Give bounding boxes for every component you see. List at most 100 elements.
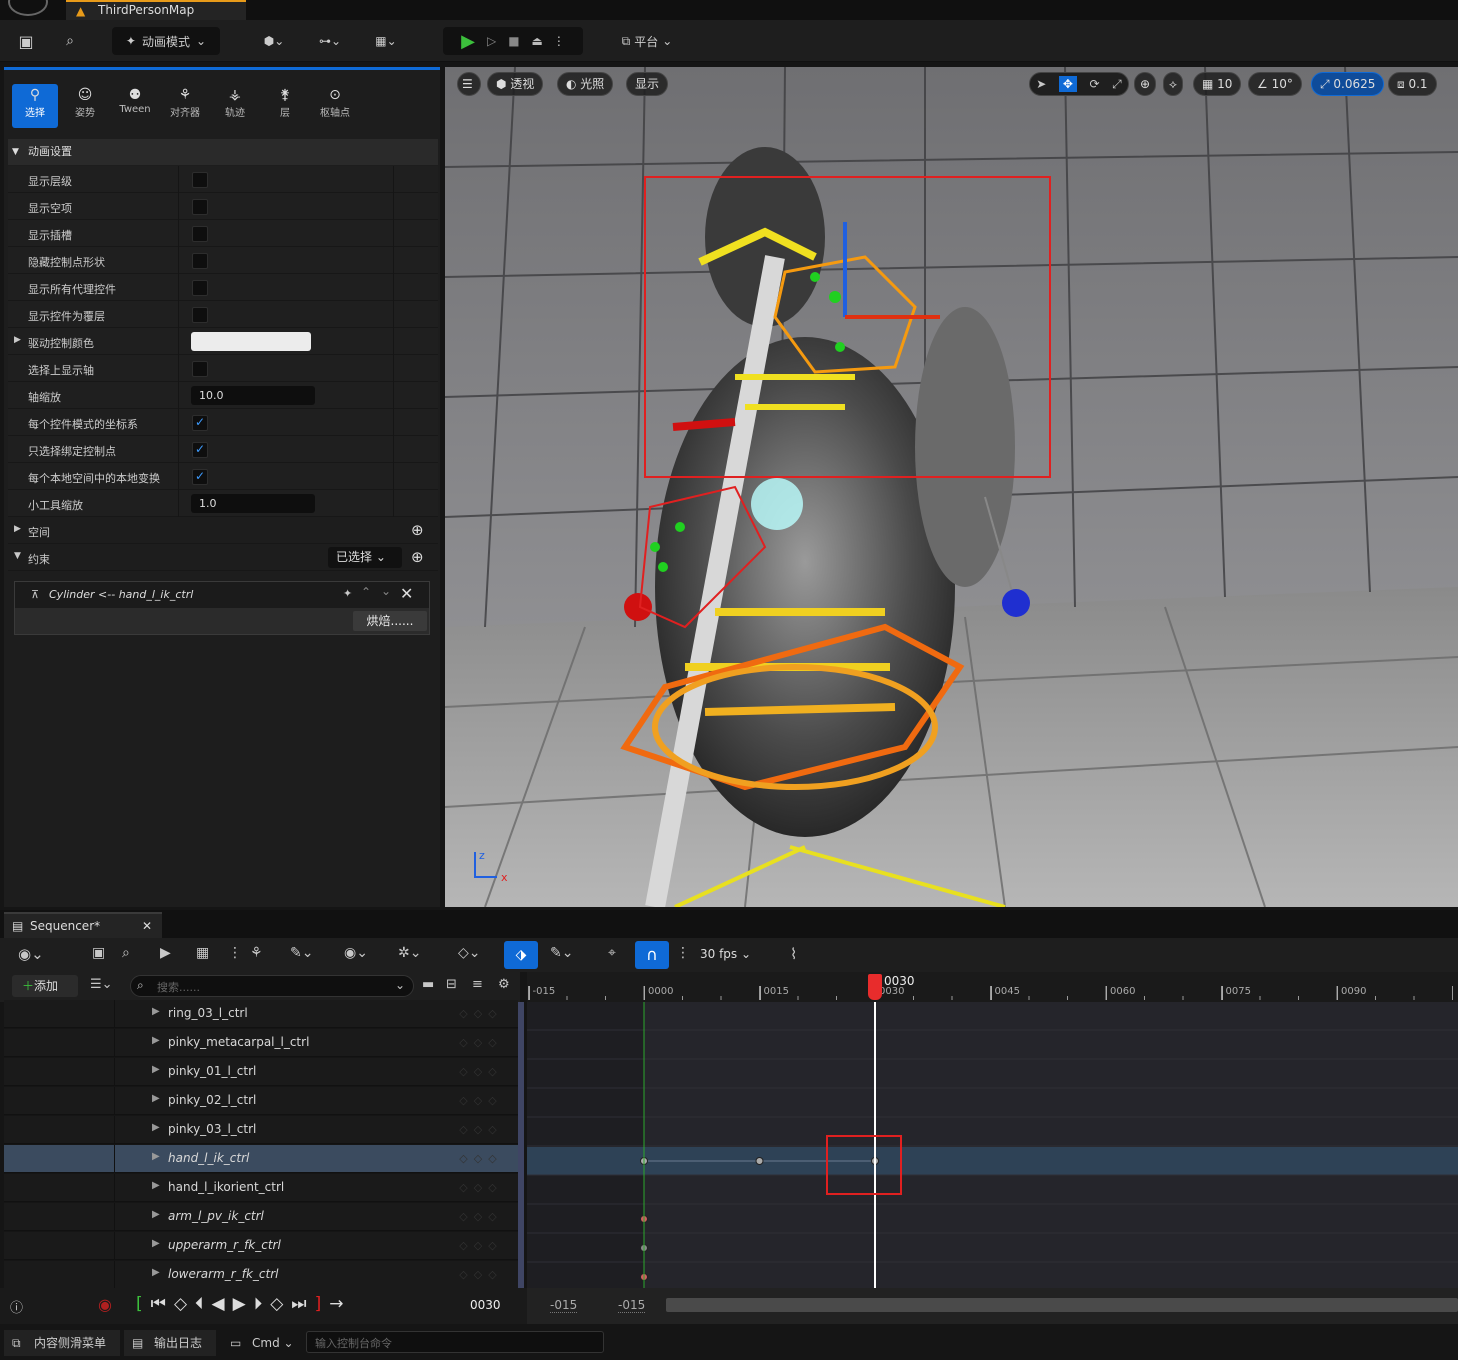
track-row[interactable]: ▶ pinky_02_l_ctrl	[4, 1087, 444, 1115]
key-nav-buttons[interactable]: ◇◇◇	[444, 1029, 518, 1057]
color-swatch[interactable]	[191, 332, 311, 351]
playhead-handle[interactable]	[868, 974, 882, 1000]
expand-arrow-icon[interactable]: ▶	[152, 1064, 160, 1075]
rotate-icon[interactable]: ⟳	[1089, 77, 1099, 91]
key-nav-buttons[interactable]: ◇◇◇	[444, 1116, 518, 1144]
gear-icon[interactable]: ⚙	[498, 977, 510, 992]
expand-arrow-icon[interactable]: ▶	[152, 1151, 160, 1162]
chevron-up-icon[interactable]: ⌃	[361, 585, 371, 599]
show-button[interactable]: 显示	[626, 72, 669, 96]
mode-tab-trails[interactable]: ⚶ 轨迹	[212, 84, 258, 128]
mode-tab-layers[interactable]: ⚵ 层	[262, 84, 308, 128]
track-row[interactable]: ▶ pinky_03_l_ctrl	[4, 1116, 444, 1144]
expand-arrow-icon[interactable]: ▶	[152, 1180, 160, 1191]
viewport-scene[interactable]: z x	[445, 67, 1458, 907]
key-interp-icon[interactable]: ◇⌄	[458, 945, 481, 961]
platform-dropdown[interactable]: ⧉ 平台 ⌄	[612, 27, 682, 55]
mode-tab-select[interactable]: ⚲ 选择	[12, 84, 58, 128]
key-nav-buttons[interactable]: ◇◇◇	[444, 1087, 518, 1115]
stop-icon[interactable]: ■	[508, 34, 519, 48]
track-row[interactable]: ▶ lowerarm_r_fk_ctrl	[4, 1261, 444, 1289]
expand-arrow-icon[interactable]: ▶	[152, 1209, 160, 1220]
add-circle-icon[interactable]: ⊕	[411, 548, 424, 566]
tree-scrollbar[interactable]	[518, 1002, 524, 1288]
content-drawer-button[interactable]: ⧉ 内容侧滑菜单	[4, 1330, 120, 1356]
clapper-board-icon[interactable]: ▦	[196, 945, 209, 961]
setting-checkbox[interactable]	[192, 226, 208, 242]
level-tab[interactable]: ▲ ThirdPersonMap	[66, 0, 246, 20]
cinematics-icon[interactable]: ▦⌄	[364, 27, 408, 55]
track-row[interactable]: ▶ hand_l_ik_ctrl	[4, 1145, 444, 1173]
mode-tab-pivot[interactable]: ⊙ 枢轴点	[312, 84, 358, 128]
track-row[interactable]: ▶ arm_l_pv_ik_ctrl	[4, 1203, 444, 1231]
setting-checkbox[interactable]	[192, 415, 208, 431]
key-nav-buttons[interactable]: ◇◇◇	[444, 1000, 518, 1028]
marker-icon[interactable]: ⌖	[608, 945, 616, 961]
expand-arrow-icon[interactable]: ▶	[152, 1093, 160, 1104]
browse-icon[interactable]: ⌕	[56, 27, 84, 55]
more-icon[interactable]: ⋮	[228, 945, 242, 961]
setting-checkbox[interactable]	[192, 172, 208, 188]
mode-tab-aligner[interactable]: ⚘ 对齐器	[162, 84, 208, 128]
expand-arrow-icon[interactable]: ▶	[152, 1238, 160, 1249]
output-log-button[interactable]: ▤ 输出日志	[124, 1330, 216, 1356]
fps-dropdown[interactable]: 30 fps ⌄	[700, 947, 751, 961]
blueprint-icon[interactable]: ⊶⌄	[308, 27, 352, 55]
tools-icon[interactable]: ✎⌄	[290, 945, 313, 961]
key-nav-buttons[interactable]: ◇◇◇	[444, 1232, 518, 1260]
playback-settings-icon[interactable]: ✲⌄	[398, 945, 421, 961]
skip-to-start-icon[interactable]: ⏮	[151, 1294, 166, 1314]
step-back-icon[interactable]: ⏴	[195, 1294, 204, 1314]
key-nav-buttons[interactable]: ◇◇◇	[444, 1174, 518, 1202]
collapse-all-icon[interactable]: ▬	[422, 977, 434, 992]
auto-key-icon[interactable]: ⬗	[504, 941, 538, 969]
scale-snap-button[interactable]: ⤢ 0.0625	[1311, 72, 1385, 96]
level-viewport[interactable]: z x ☰ ⬢ 透视 ◐ 光照 显示 ➤ ✥ ⟳ ⤢ ⊕ ⟡ ▦ 10 ∠ 10…	[445, 67, 1458, 907]
lighting-button[interactable]: ◐ 光照	[557, 72, 614, 96]
scale-icon[interactable]: ⤢	[1112, 77, 1122, 92]
eject-icon[interactable]: ⏏	[532, 34, 543, 48]
range-start-icon[interactable]: [	[136, 1294, 143, 1314]
play-icon[interactable]: ▶	[233, 1294, 246, 1314]
curve-editor-icon[interactable]: ⌇	[790, 945, 797, 963]
surface-snap-icon[interactable]: ⟡	[1163, 72, 1183, 96]
mode-tab-tween[interactable]: ⚉ Tween	[112, 84, 158, 128]
expand-arrow-icon[interactable]: ▶	[152, 1122, 160, 1133]
grid-snap-button[interactable]: ▦ 10	[1193, 72, 1242, 96]
expand-arrow-icon[interactable]: ▶	[152, 1267, 160, 1278]
range-start-field[interactable]: -015	[550, 1298, 578, 1313]
track-row[interactable]: ▶ upperarm_r_fk_ctrl	[4, 1232, 444, 1260]
chevron-down-icon[interactable]: ⌄	[381, 584, 391, 598]
track-row[interactable]: ▶ ring_03_l_ctrl	[4, 1000, 444, 1028]
anim-settings-header[interactable]: ▼ 动画设置	[8, 139, 438, 165]
add-circle-icon[interactable]: ⊕	[411, 521, 424, 539]
camera-speed-button[interactable]: ⧈ 0.1	[1388, 72, 1437, 96]
expand-arrow-icon[interactable]: ▶	[152, 1006, 160, 1017]
setting-number-field[interactable]: 10.0	[191, 386, 315, 405]
track-row[interactable]: ▶ pinky_01_l_ctrl	[4, 1058, 444, 1086]
bake-button[interactable]: 烘焙......	[353, 611, 427, 631]
setting-number-field[interactable]: 1.0	[191, 494, 315, 513]
find-asset-icon[interactable]: ⌕	[122, 945, 130, 961]
constraint-filter-dropdown[interactable]: 已选择 ⌄	[328, 547, 402, 568]
close-icon[interactable]: ✕	[142, 914, 152, 938]
add-track-button[interactable]: ＋添加	[12, 975, 78, 997]
constraint-section-header[interactable]: ▼ 约束 已选择 ⌄ ⊕	[8, 544, 438, 571]
actor-to-sequencer-icon[interactable]: ⚘	[250, 945, 263, 961]
keyframe[interactable]	[755, 1157, 764, 1165]
translate-icon[interactable]: ✥	[1058, 76, 1077, 92]
more-icon[interactable]: ⋮	[676, 945, 690, 961]
setting-checkbox[interactable]	[192, 469, 208, 485]
skip-to-end-icon[interactable]: ⏭	[291, 1294, 306, 1314]
track-search-input[interactable]: ⌕ 搜索...... ⌄	[130, 975, 414, 997]
loop-icon[interactable]: →	[329, 1294, 343, 1314]
save-sequence-icon[interactable]: ▣	[92, 945, 105, 961]
key-nav-buttons[interactable]: ◇◇◇	[444, 1058, 518, 1086]
perspective-button[interactable]: ⬢ 透视	[487, 72, 544, 96]
current-frame-field[interactable]: 0030	[470, 1298, 501, 1312]
sequencer-tab[interactable]: ▤ Sequencer* ✕	[4, 912, 162, 938]
range-end-field[interactable]: -015	[618, 1298, 646, 1313]
range-end-icon[interactable]: ]	[315, 1294, 322, 1314]
view-eye-icon[interactable]: ◉⌄	[344, 945, 368, 961]
info-icon[interactable]: ⓘ	[10, 1297, 23, 1316]
